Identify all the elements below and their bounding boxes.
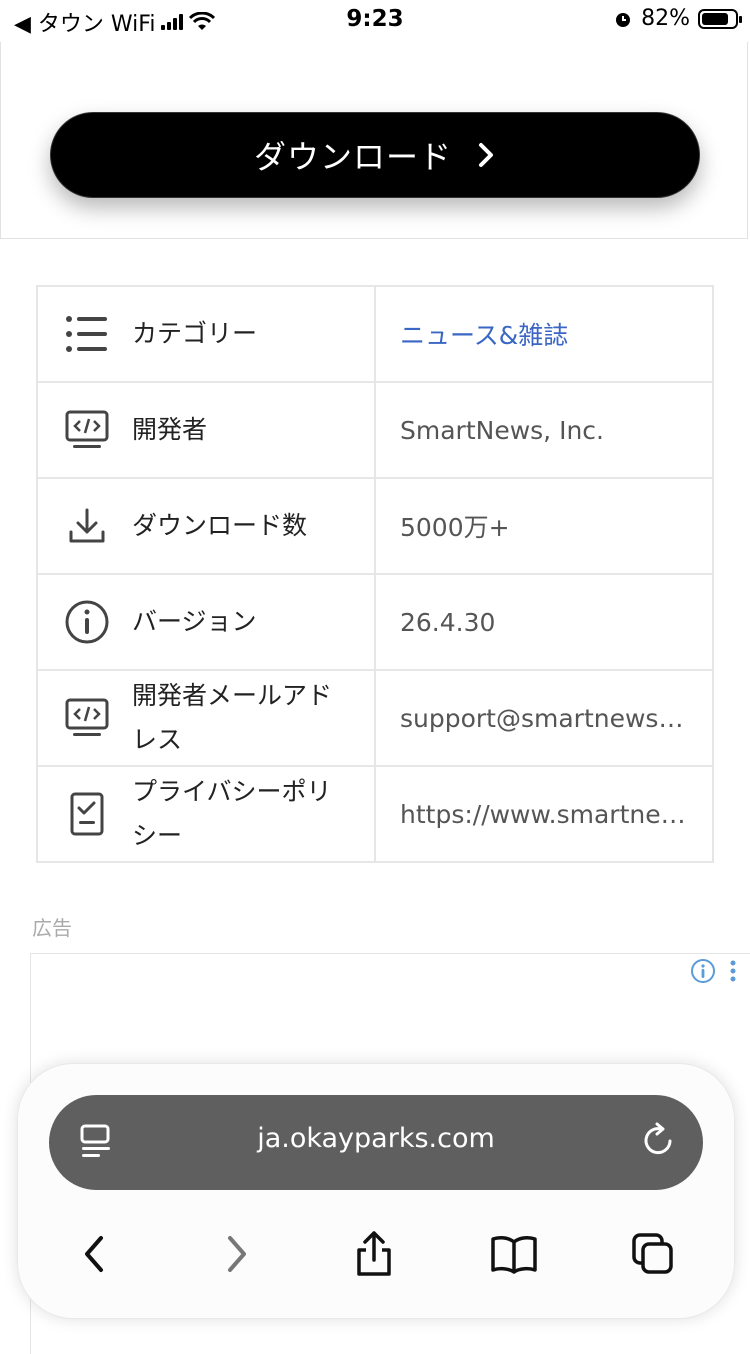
download-icon bbox=[64, 503, 110, 549]
tabs-icon bbox=[632, 1233, 673, 1274]
reload-icon[interactable] bbox=[641, 1121, 677, 1161]
app-info-table: カテゴリー ニュース&雑誌 開発者 SmartNews, Inc. ダウンロード… bbox=[36, 285, 714, 863]
table-row: バージョン 26.4.30 bbox=[36, 573, 714, 671]
privacy-policy-link[interactable]: https://www.smartne… bbox=[376, 800, 690, 829]
back-button[interactable] bbox=[64, 1224, 124, 1284]
table-row: 開発者メールアドレス support@smartnews… bbox=[36, 669, 714, 767]
alarm-icon bbox=[616, 12, 631, 27]
list-icon bbox=[64, 311, 110, 357]
category-link[interactable]: ニュース&雑誌 bbox=[376, 316, 690, 352]
row-label: ダウンロード数 bbox=[132, 511, 308, 540]
row-label: 開発者 bbox=[132, 415, 208, 444]
row-label: 開発者メールアドレス bbox=[132, 681, 333, 754]
table-row: ダウンロード数 5000万+ bbox=[36, 477, 714, 575]
chevron-left-icon bbox=[85, 1236, 103, 1272]
table-row: 開発者 SmartNews, Inc. bbox=[36, 381, 714, 479]
row-value: 26.4.30 bbox=[400, 607, 496, 637]
ad-label: 広告 bbox=[32, 916, 72, 940]
download-button-label: ダウンロード bbox=[253, 138, 452, 176]
browser-toolbar: ja.okayparks.com bbox=[17, 1063, 735, 1319]
url-text: ja.okayparks.com bbox=[257, 1123, 495, 1154]
nav-row bbox=[18, 1224, 734, 1284]
chevron-right-icon bbox=[479, 143, 493, 167]
ad-more-icon[interactable] bbox=[728, 958, 738, 984]
ad-info-icon[interactable] bbox=[690, 958, 716, 984]
share-button[interactable] bbox=[344, 1224, 404, 1284]
developer-email-link[interactable]: support@smartnews… bbox=[376, 704, 690, 733]
status-bar: ◀ タウン WiFi 9:23 82% bbox=[0, 0, 750, 42]
developer-icon bbox=[64, 407, 110, 453]
checklist-icon bbox=[64, 791, 110, 837]
table-row: プライバシーポリシー https://www.smartne… bbox=[36, 765, 714, 863]
row-value: 5000万+ bbox=[400, 513, 510, 542]
book-icon bbox=[491, 1236, 537, 1274]
table-row: カテゴリー ニュース&雑誌 bbox=[36, 285, 714, 383]
row-label: カテゴリー bbox=[132, 319, 258, 348]
info-icon bbox=[64, 599, 110, 645]
row-value: SmartNews, Inc. bbox=[400, 415, 604, 445]
bookmarks-button[interactable] bbox=[484, 1224, 544, 1284]
forward-button[interactable] bbox=[207, 1224, 267, 1284]
chevron-right-icon bbox=[228, 1236, 246, 1272]
battery-icon bbox=[698, 8, 742, 29]
tabs-button[interactable] bbox=[623, 1224, 683, 1284]
download-button[interactable]: ダウンロード bbox=[50, 112, 700, 198]
address-bar[interactable]: ja.okayparks.com bbox=[49, 1095, 703, 1190]
developer-icon bbox=[64, 695, 110, 741]
share-icon bbox=[357, 1231, 391, 1276]
row-label: バージョン bbox=[132, 607, 257, 636]
battery-percent: 82% bbox=[641, 6, 690, 31]
row-label: プライバシーポリシー bbox=[132, 777, 332, 850]
